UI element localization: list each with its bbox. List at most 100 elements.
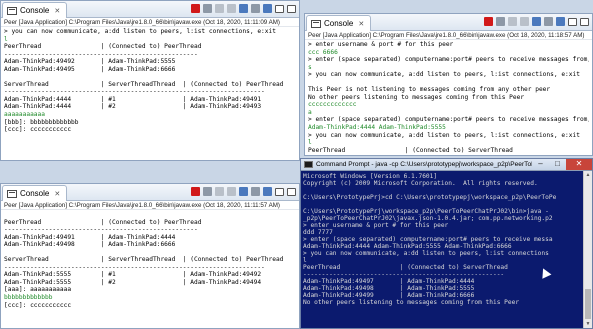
cmd-line: > you can now communicate, a:dd listen t… [303,250,549,257]
display-console-icon[interactable] [556,17,565,26]
remove-launch-icon[interactable] [496,17,505,26]
console-line: ----------------------------------------… [4,226,198,234]
console-line: ----------------------------------------… [4,263,265,271]
process-path: Peer [Java Application] C:\Program Files… [1,201,299,210]
console-line: > you can now communicate, a:dd listen t… [308,131,580,139]
console-output[interactable]: PeerThread | (Connected to) PeerThread --… [1,210,299,309]
console-icon [311,19,321,28]
console-line: > you can now communicate, a:dd listen t… [4,28,276,35]
minimize-view-icon[interactable] [275,4,284,13]
cmd-line [303,187,592,194]
console-line: Adam-ThinkPad:5555 | #2 | Adam-ThinkPad:… [4,278,262,286]
close-icon[interactable]: ✕ [54,190,60,198]
console-line: l [4,35,8,43]
cmd-line: Adam-ThinkPad:49497 | Adam-ThinkPad:4444 [303,278,475,285]
console-line: > enter (space separated) computername:p… [308,56,589,64]
console-line: l [308,139,312,147]
console-pane-bottom-left: Console ✕ Peer [Java Application] C:\Pro… [0,183,300,329]
console-tabbar: Console ✕ [305,14,592,31]
scroll-lock-icon[interactable] [239,187,248,196]
close-button[interactable]: ✕ [566,159,592,170]
command-prompt-window: Command Prompt - java -cp C:\Users\proto… [300,158,593,329]
console-line: PeerThread | (Connected to) ServerThread [308,146,513,154]
remove-all-icon[interactable] [508,17,517,26]
scroll-lock-icon[interactable] [532,17,541,26]
console-line: [bbb]: bbbbbbbbbbbbb [4,118,79,126]
clear-console-icon[interactable] [227,187,236,196]
console-line: > enter username & port # for this peer [308,41,454,48]
scroll-up-icon[interactable]: ▲ [584,171,592,179]
remove-all-icon[interactable] [215,187,224,196]
pin-console-icon[interactable] [251,187,260,196]
cmd-icon [304,161,313,168]
cmd-line: l [303,257,307,264]
minimize-button[interactable]: ‒ [532,159,549,170]
maximize-view-icon[interactable] [287,4,296,13]
tab-label: Console [20,6,50,15]
tab-console[interactable]: Console ✕ [306,15,372,31]
cmd-line [303,201,592,208]
remove-launch-icon[interactable] [203,187,212,196]
close-icon[interactable]: ✕ [54,7,60,15]
process-path: Peer [Java Application] C:\Program Files… [1,18,299,27]
cmd-title: Command Prompt - java -cp C:\Users\proto… [316,161,532,168]
tab-console[interactable]: Console ✕ [2,2,68,18]
pin-console-icon[interactable] [544,17,553,26]
scrollbar-thumb[interactable] [585,289,591,319]
clear-console-icon[interactable] [227,4,236,13]
cmd-output[interactable]: Microsoft Windows [Version 6.1.7601] Copy… [301,171,592,306]
minimize-view-icon[interactable] [275,187,284,196]
cmd-line: No other peers listening to messages com… [303,299,520,306]
console-line: ----------------------------------------… [4,50,198,58]
clear-console-icon[interactable] [520,17,529,26]
console-line: Adam-ThinkPad:5555 | #1 | Adam-ThinkPad:… [4,271,262,279]
console-pane-top-left: Console ✕ Peer [Java Application] C:\Pro… [0,0,300,161]
console-line: PeerThread | (Connected to) PeerThread [4,218,202,226]
cmd-line: Adam-ThinkPad:4444 Adam-ThinkPad:5555 Ad… [303,243,512,250]
maximize-view-icon[interactable] [580,17,589,26]
close-icon[interactable]: ✕ [358,20,364,28]
console-pane-top-right: Console ✕ Peer [Java Application] C:\Pro… [304,13,593,156]
tab-console[interactable]: Console ✕ [2,185,68,201]
cmd-line: _p2p\PeerToPeerChatPrJ02\javax.json-1.0.… [303,215,553,222]
terminate-icon[interactable] [191,187,200,196]
pin-console-icon[interactable] [251,4,260,13]
maximize-button[interactable]: □ [549,159,566,170]
cmd-line: Copyright (c) 2009 Microsoft Corporation… [303,180,538,187]
terminate-icon[interactable] [484,17,493,26]
console-line: Adam-ThinkPad:49492 | Adam-ThinkPad:5555 [4,58,176,66]
console-output[interactable]: > enter username & port # for this peer c… [305,40,592,154]
console-line: aaaaaaaaaaa [4,111,45,119]
cmd-titlebar[interactable]: Command Prompt - java -cp C:\Users\proto… [301,159,592,171]
scroll-lock-icon[interactable] [239,4,248,13]
tab-label: Console [20,189,50,198]
console-line: ----------------------------------------… [4,88,265,96]
display-console-icon[interactable] [263,4,272,13]
cmd-line: C:\Users\PrototypePrj>cd C:\Users\protot… [303,194,557,201]
console-output[interactable]: > you can now communicate, a:dd listen t… [1,27,299,134]
maximize-view-icon[interactable] [287,187,296,196]
remove-launch-icon[interactable] [203,4,212,13]
tab-label: Console [324,19,354,28]
cmd-line: C:\Users\PrototypePrj\workspace_p2p\Peer… [303,208,549,215]
terminate-icon[interactable] [191,4,200,13]
console-toolbar [191,187,296,196]
console-line: Adam-ThinkPad:4444 | #1 | Adam-ThinkPad:… [4,95,262,103]
console-toolbar [191,4,296,13]
console-line: s [308,63,312,71]
cmd-line: Adam-ThinkPad:49498 | Adam-ThinkPad:5555 [303,285,475,292]
remove-all-icon[interactable] [215,4,224,13]
vertical-scrollbar[interactable]: ▲ ▼ [583,171,592,328]
console-line: [ccc]: ccccccccccc [4,126,72,134]
console-line: This Peer is not listening to messages c… [308,86,551,94]
display-console-icon[interactable] [263,187,272,196]
console-line: Adam-ThinkPad:49495 | Adam-ThinkPad:6666 [4,65,176,73]
console-line: Adam-ThinkPad:4444 Adam-ThinkPad:5555 [308,124,446,132]
console-line: bbbbbbbbbbbbb [4,294,53,302]
scroll-down-icon[interactable]: ▼ [584,320,592,328]
console-icon [7,189,17,198]
minimize-view-icon[interactable] [568,17,577,26]
